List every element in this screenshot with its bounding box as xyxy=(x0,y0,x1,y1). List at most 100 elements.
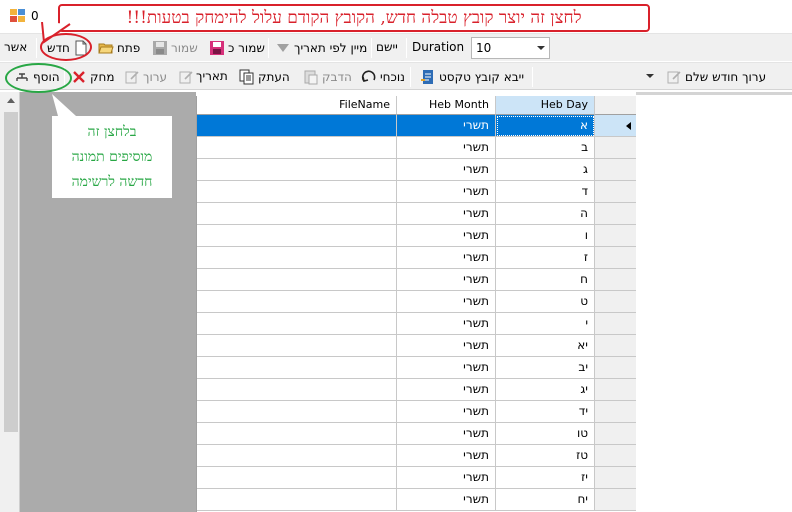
cell-heb-month[interactable]: תשרי xyxy=(397,423,496,445)
cell-filename[interactable] xyxy=(197,137,397,159)
cell-heb-month[interactable]: תשרי xyxy=(397,445,496,467)
apply-button[interactable]: יישם xyxy=(376,40,398,54)
import-text-button[interactable]: ייבא קובץ טקסט xyxy=(418,66,526,88)
cell-filename[interactable] xyxy=(197,423,397,445)
cell-heb-day[interactable]: ג xyxy=(496,159,595,181)
asher-button[interactable]: אשר xyxy=(4,40,27,54)
cell-heb-month[interactable]: תשרי xyxy=(397,357,496,379)
row-header[interactable] xyxy=(595,225,636,247)
column-header-heb-month[interactable]: Heb Month xyxy=(397,96,496,115)
scroll-up-arrow-icon[interactable] xyxy=(7,98,15,103)
main-toolbar: אשר חדש פתח שמור שמור כ מיין לפי תאריך י… xyxy=(0,33,792,61)
cell-heb-month[interactable]: תשרי xyxy=(397,247,496,269)
save-as-button[interactable]: שמור כ xyxy=(207,37,267,59)
row-header[interactable] xyxy=(595,313,636,335)
row-header[interactable] xyxy=(595,115,636,137)
cell-heb-day[interactable]: י xyxy=(496,313,595,335)
cell-heb-month[interactable]: תשרי xyxy=(397,467,496,489)
cell-filename[interactable] xyxy=(197,247,397,269)
cell-heb-month[interactable]: תשרי xyxy=(397,225,496,247)
row-header[interactable] xyxy=(595,445,636,467)
cell-heb-month[interactable]: תשרי xyxy=(397,401,496,423)
row-header[interactable] xyxy=(595,335,636,357)
column-header-heb-day[interactable]: Heb Day xyxy=(496,96,595,115)
data-grid[interactable]: FileName Heb Month Heb Day תשרי א תשרי ב תשר… xyxy=(196,96,636,512)
scrollbar-track[interactable] xyxy=(4,112,18,432)
cell-heb-month[interactable]: תשרי xyxy=(397,313,496,335)
row-header[interactable] xyxy=(595,401,636,423)
chevron-down-icon xyxy=(537,46,545,50)
row-header[interactable] xyxy=(595,357,636,379)
cell-heb-day[interactable]: ה xyxy=(496,203,595,225)
cell-filename[interactable] xyxy=(197,489,397,511)
cell-filename[interactable] xyxy=(197,115,397,137)
row-header[interactable] xyxy=(595,291,636,313)
row-header[interactable] xyxy=(595,159,636,181)
cell-heb-day[interactable]: ו xyxy=(496,225,595,247)
cell-heb-month[interactable]: תשרי xyxy=(397,269,496,291)
cell-filename[interactable] xyxy=(197,401,397,423)
cell-filename[interactable] xyxy=(197,181,397,203)
cell-filename[interactable] xyxy=(197,225,397,247)
cell-heb-month[interactable]: תשרי xyxy=(397,335,496,357)
cell-filename[interactable] xyxy=(197,313,397,335)
cell-heb-month[interactable]: תשרי xyxy=(397,181,496,203)
cell-filename[interactable] xyxy=(197,291,397,313)
cell-heb-day[interactable]: ב xyxy=(496,137,595,159)
paste-button[interactable]: הדבק xyxy=(301,66,354,88)
chevron-down-icon[interactable] xyxy=(646,74,654,78)
cell-filename[interactable] xyxy=(197,159,397,181)
row-header[interactable] xyxy=(595,203,636,225)
row-header[interactable] xyxy=(595,467,636,489)
cell-heb-day[interactable]: ד xyxy=(496,181,595,203)
edit-button[interactable]: ערוך xyxy=(122,66,169,88)
cell-filename[interactable] xyxy=(197,203,397,225)
cell-heb-day[interactable]: ט xyxy=(496,291,595,313)
row-header[interactable] xyxy=(595,247,636,269)
cell-heb-month[interactable]: תשרי xyxy=(397,115,496,137)
cell-heb-day[interactable]: יג xyxy=(496,379,595,401)
current-button[interactable]: נוכחי xyxy=(359,66,407,88)
cell-heb-month[interactable]: תשרי xyxy=(397,159,496,181)
date-button[interactable] xyxy=(176,66,196,88)
cell-filename[interactable] xyxy=(197,357,397,379)
warning-callout: לחצן זה יוצר קובץ טבלה חדש, הקובץ הקודם … xyxy=(58,4,650,32)
row-header[interactable] xyxy=(595,137,636,159)
cell-filename[interactable] xyxy=(197,445,397,467)
cell-heb-day[interactable]: א xyxy=(496,115,595,137)
left-scroll-panel[interactable] xyxy=(0,92,20,512)
row-header[interactable] xyxy=(595,423,636,445)
cell-heb-day[interactable]: יח xyxy=(496,489,595,511)
cell-heb-day[interactable]: ז xyxy=(496,247,595,269)
save-button[interactable]: שמור xyxy=(150,37,200,59)
row-header[interactable] xyxy=(595,379,636,401)
cell-filename[interactable] xyxy=(197,379,397,401)
cell-heb-month[interactable]: תשרי xyxy=(397,291,496,313)
open-button[interactable]: פתח xyxy=(96,37,142,59)
copy-button[interactable]: העתק xyxy=(237,66,292,88)
cell-heb-month[interactable]: תשרי xyxy=(397,379,496,401)
cell-heb-day[interactable]: יז xyxy=(496,467,595,489)
cell-filename[interactable] xyxy=(197,269,397,291)
cell-heb-day[interactable]: ח xyxy=(496,269,595,291)
row-header[interactable] xyxy=(595,269,636,291)
cell-heb-day[interactable]: טו xyxy=(496,423,595,445)
column-header-filename[interactable]: FileName xyxy=(197,96,397,115)
row-header[interactable] xyxy=(595,181,636,203)
cell-filename[interactable] xyxy=(197,335,397,357)
cell-heb-month[interactable]: תשרי xyxy=(397,489,496,511)
import-text-file-icon xyxy=(420,69,436,85)
cell-heb-month[interactable]: תשרי xyxy=(397,203,496,225)
cell-filename[interactable] xyxy=(197,467,397,489)
sort-by-date-button[interactable]: מיין לפי תאריך xyxy=(273,37,369,59)
cell-heb-day[interactable]: טז xyxy=(496,445,595,467)
edit-full-month-button[interactable]: ערוך חודש שלם xyxy=(664,66,768,88)
cell-heb-day[interactable]: יד xyxy=(496,401,595,423)
row-header[interactable] xyxy=(595,489,636,511)
cell-heb-month[interactable]: תשרי xyxy=(397,137,496,159)
cell-heb-day[interactable]: יב xyxy=(496,357,595,379)
cell-heb-day[interactable]: יא xyxy=(496,335,595,357)
add-button[interactable]: הוסף xyxy=(12,66,62,88)
duration-combobox[interactable]: 10 xyxy=(471,37,550,59)
delete-button[interactable]: מחק xyxy=(69,66,117,88)
